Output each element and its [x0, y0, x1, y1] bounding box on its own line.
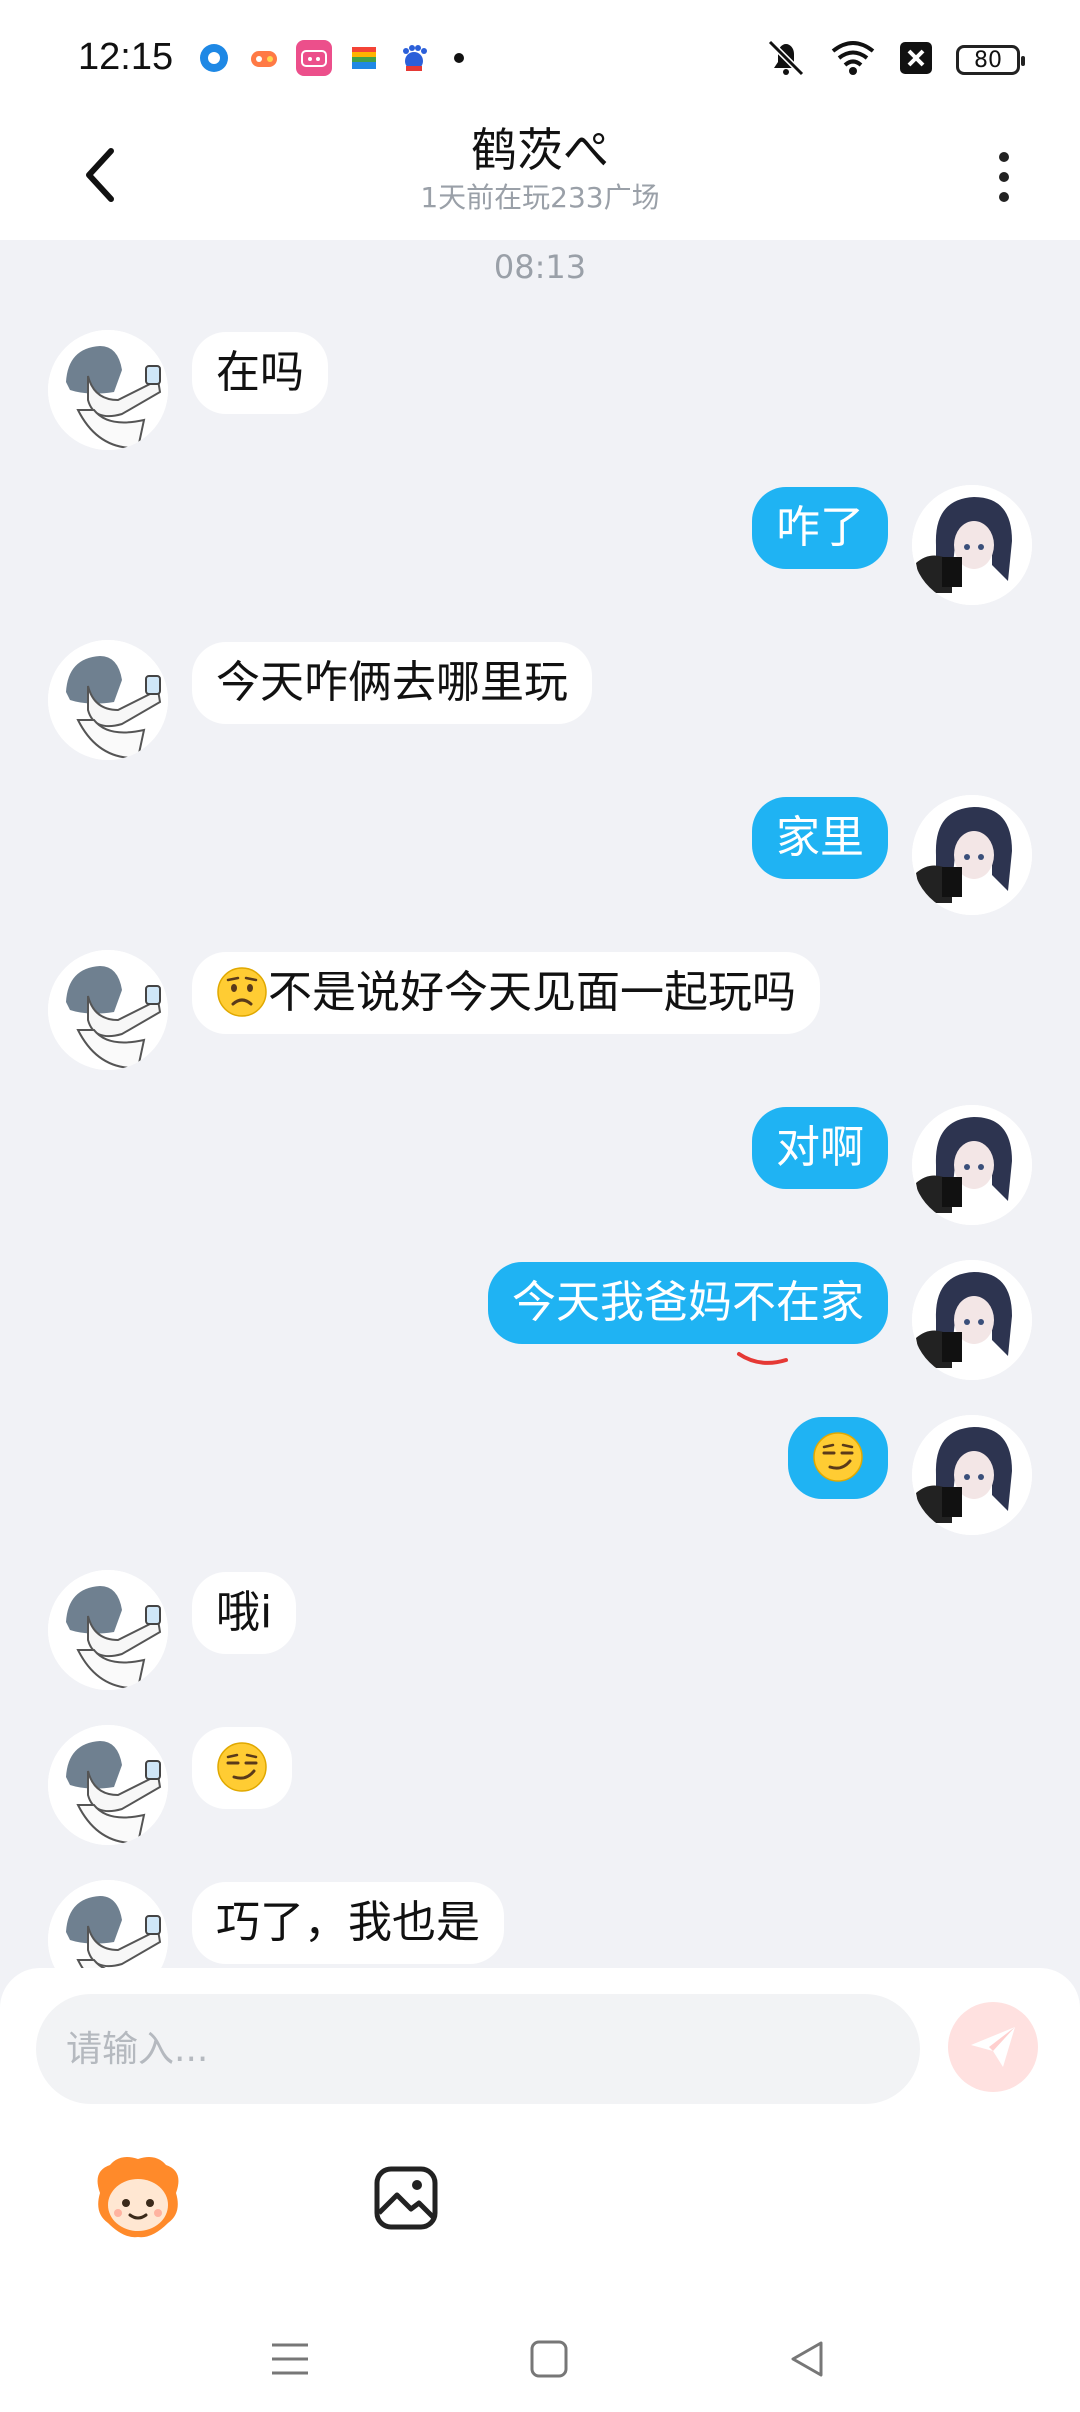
battery-indicator: 80 — [956, 45, 1025, 75]
system-icons: 80 — [764, 38, 1025, 82]
user-avatar[interactable] — [912, 1105, 1032, 1225]
message-bubble[interactable]: 今天我爸妈不在家 — [488, 1262, 888, 1344]
mascot-sticker-icon — [97, 2157, 179, 2238]
message-received — [0, 1725, 1080, 1855]
message-bubble[interactable] — [788, 1417, 888, 1499]
message-sent: 家里 — [0, 795, 1080, 925]
message-received: 今天咋俩去哪里玩 — [0, 640, 1080, 770]
nav-menu-button[interactable] — [265, 2334, 315, 2384]
more-dot-icon — [999, 192, 1009, 202]
message-bubble[interactable]: 咋了 — [752, 487, 888, 569]
sim-off-icon — [898, 40, 934, 80]
more-dot-icon — [999, 172, 1009, 182]
message-bubble[interactable]: 在吗 — [192, 332, 328, 414]
battery-level: 80 — [974, 47, 1002, 73]
system-nav-bar — [0, 2302, 1080, 2412]
nav-back-button[interactable] — [782, 2334, 832, 2384]
image-icon — [374, 2166, 438, 2230]
contact-avatar[interactable] — [48, 1725, 168, 1845]
red-underline-mark — [737, 1352, 788, 1365]
message-timestamp: 08:13 — [493, 248, 587, 286]
triangle-back-icon — [791, 2341, 823, 2377]
header-title-block: 鹤茨ぺ 1天前在玩233广场 — [0, 120, 1080, 216]
smirk-face-icon — [813, 1432, 863, 1482]
contact-avatar[interactable] — [48, 1570, 168, 1690]
nav-home-button[interactable] — [524, 2334, 574, 2384]
message-received: 哦i — [0, 1570, 1080, 1700]
user-avatar[interactable] — [912, 795, 1032, 915]
notification-icons — [196, 40, 464, 76]
message-bubble[interactable]: 不是说好今天见面一起玩吗 — [192, 952, 820, 1034]
more-options-button[interactable] — [984, 142, 1024, 212]
message-sent — [0, 1415, 1080, 1545]
user-avatar[interactable] — [912, 485, 1032, 605]
status-time: 12:15 — [78, 36, 174, 78]
wifi-icon — [830, 39, 876, 81]
message-bubble[interactable] — [192, 1727, 292, 1809]
message-bubble[interactable]: 巧了，我也是 — [192, 1882, 504, 1964]
contact-avatar[interactable] — [48, 950, 168, 1070]
wallet-app-icon — [346, 40, 382, 76]
message-sent: 对啊 — [0, 1105, 1080, 1235]
user-avatar[interactable] — [912, 1415, 1032, 1535]
game-app-icon — [246, 40, 282, 76]
baidu-app-icon — [396, 40, 432, 76]
message-bubble[interactable]: 对啊 — [752, 1107, 888, 1189]
chat-header: 鹤茨ぺ 1天前在玩233广场 — [0, 120, 1080, 240]
emoji-sticker-button[interactable] — [88, 2148, 188, 2248]
contact-name: 鹤茨ぺ — [471, 123, 609, 177]
message-bubble[interactable]: 今天咋俩去哪里玩 — [192, 642, 592, 724]
image-picker-button[interactable] — [356, 2148, 456, 2248]
circle-app-icon — [196, 40, 232, 76]
menu-icon — [272, 2343, 308, 2375]
bilibili-app-icon — [296, 40, 332, 76]
square-home-icon — [530, 2340, 568, 2378]
more-dot-icon — [999, 152, 1009, 162]
contact-avatar[interactable] — [48, 640, 168, 760]
message-bubble[interactable]: 哦i — [192, 1572, 297, 1654]
more-notifications-dot — [454, 53, 464, 63]
composer-panel — [0, 1968, 1080, 2412]
message-text: 不是说好今天见面一起玩吗 — [268, 967, 796, 1018]
message-bubble[interactable]: 家里 — [752, 797, 888, 879]
user-avatar[interactable] — [912, 1260, 1032, 1380]
message-received: 在吗 — [0, 330, 1080, 460]
chat-messages[interactable]: 08:13 在吗 咋了 今天咋俩去哪里玩 家里 不是说好今天见面一起玩吗 对啊 … — [0, 240, 1080, 1970]
message-sent: 咋了 — [0, 485, 1080, 615]
message-received: 不是说好今天见面一起玩吗 — [0, 950, 1080, 1080]
message-received: 巧了，我也是 — [0, 1880, 1080, 1970]
send-button[interactable] — [948, 2002, 1038, 2092]
contact-avatar[interactable] — [48, 1880, 168, 1970]
contact-status: 1天前在玩233广场 — [420, 181, 660, 214]
worried-face-icon — [217, 967, 267, 1017]
mute-icon — [764, 38, 808, 82]
message-sent: 今天我爸妈不在家 — [0, 1260, 1080, 1390]
message-input[interactable] — [36, 1994, 920, 2104]
paper-plane-icon — [971, 2027, 1015, 2067]
status-bar: 12:15 80 — [0, 0, 1080, 120]
smirk-face-icon — [217, 1742, 267, 1792]
contact-avatar[interactable] — [48, 330, 168, 450]
